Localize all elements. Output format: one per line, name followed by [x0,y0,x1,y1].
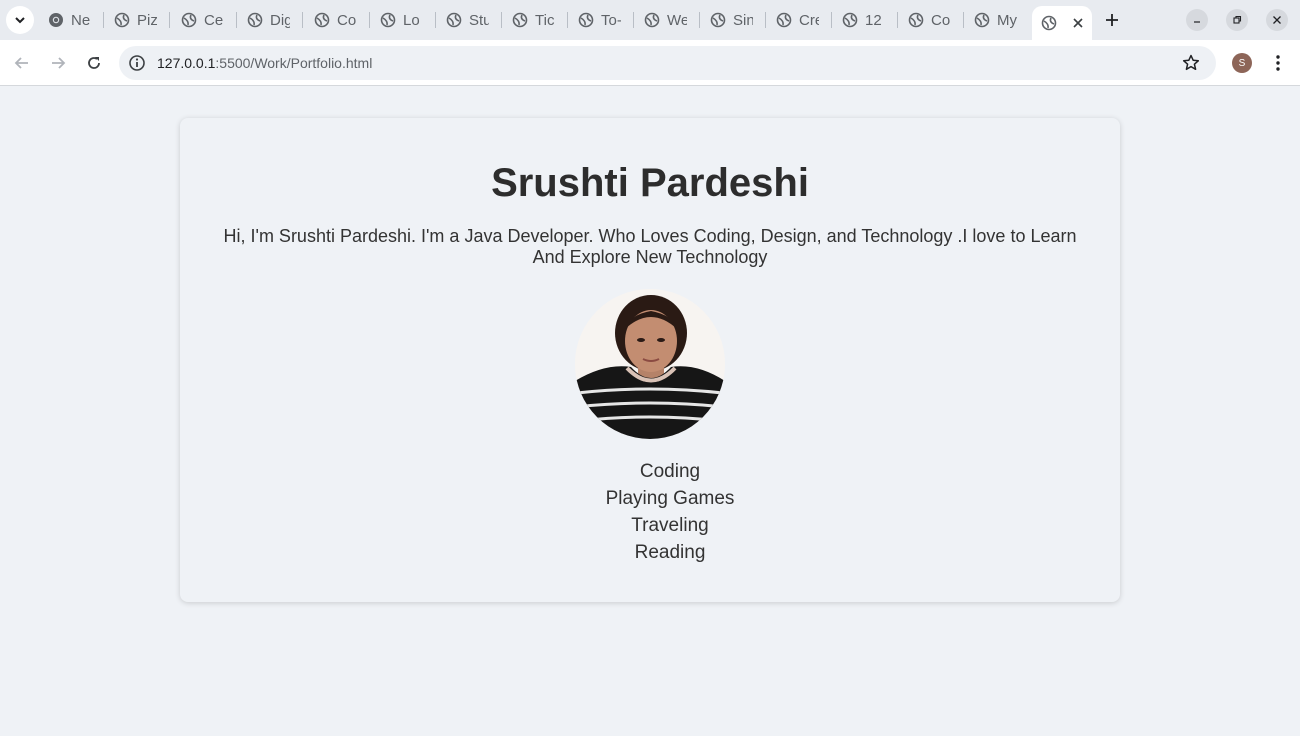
globe-icon [181,12,197,28]
tab[interactable]: Sin [702,8,766,32]
globe-icon [776,12,792,28]
forward-button[interactable] [46,51,70,75]
tab[interactable]: Co [900,8,964,32]
close-tab-button[interactable] [1068,13,1088,33]
globe-icon [446,12,462,28]
globe-icon [710,12,726,28]
url-path: :5500/Work/Portfolio.html [215,55,373,71]
browser-menu-button[interactable] [1268,52,1288,74]
hobbies-list: Coding Playing Games Traveling Reading [180,458,1160,566]
list-item: Coding [639,461,701,482]
tab[interactable]: 12 [834,8,898,32]
globe-icon [1041,15,1057,31]
globe-icon [114,12,130,28]
list-item: Reading [634,542,706,563]
more-vertical-icon [1276,55,1280,71]
tab[interactable]: Stu [438,8,502,32]
profile-photo [575,289,725,439]
tab[interactable]: Dig [239,8,303,32]
profile-photo-image [575,289,725,439]
globe-icon [908,12,924,28]
tab-title: Sin [733,11,753,29]
tab-active[interactable] [1032,6,1092,40]
globe-icon [974,12,990,28]
tab-title: Cre [799,11,819,29]
plus-icon [1106,14,1118,26]
profile-avatar[interactable]: S [1232,53,1252,73]
reload-icon [88,57,100,69]
back-button[interactable] [10,51,34,75]
close-icon [1073,18,1083,28]
tab[interactable]: Ne [40,8,104,32]
list-item: Traveling [631,515,709,536]
tab-title: To- [601,11,621,29]
tab[interactable]: Cer [173,8,237,32]
tab[interactable]: Lo [372,8,436,32]
tab-title: Ne [71,11,91,29]
tab-title: Tic [535,11,555,29]
restore-icon [1233,15,1242,24]
tab-title: Lo [403,11,420,29]
minimize-icon [1194,21,1200,23]
tab-search-button[interactable] [6,6,34,34]
tab[interactable]: To- [570,8,634,32]
globe-icon [842,12,858,28]
globe-icon [644,12,660,28]
globe-icon [578,12,594,28]
close-window-button[interactable] [1266,9,1288,31]
chrome-icon [49,13,63,27]
bio-text: Hi, I'm Srushti Pardeshi. I'm a Java Dev… [223,226,1077,267]
tab[interactable]: We [636,8,700,32]
tab-title: We [667,11,687,29]
arrow-right-icon [52,57,66,69]
close-icon [1273,16,1281,24]
globe-icon [314,12,330,28]
address-bar[interactable]: 127.0.0.1:5500/Work/Portfolio.html [119,46,1216,80]
globe-icon [512,12,528,28]
tab-title: Stu [469,11,489,29]
list-item: Playing Games [605,488,735,509]
tab[interactable]: My [966,8,1030,32]
tab-title: Co [337,11,357,29]
browser-toolbar: 127.0.0.1:5500/Work/Portfolio.html S [0,40,1300,86]
tab-title: Piz [137,11,157,29]
tab[interactable]: Cre [768,8,832,32]
tab-title: My [997,11,1017,29]
page-title: Srushti Pardeshi [491,161,809,205]
portfolio-card: Srushti Pardeshi Hi, I'm Srushti Pardesh… [180,118,1120,602]
tab[interactable]: Tic [504,8,568,32]
tab-strip: Ne Piz Cer Dig Co Lo Stu Tic To- [0,0,1300,40]
tab-title: Co [931,11,951,29]
tab-title: 12 [865,11,882,29]
new-tab-button[interactable] [1101,9,1123,31]
tab[interactable]: Piz [106,8,170,32]
bookmark-star-icon[interactable] [1181,53,1201,73]
globe-icon [247,12,263,28]
tab-title: Dig [270,11,290,29]
url-host: 127.0.0.1 [157,55,216,71]
tab[interactable]: Co [306,8,370,32]
info-icon[interactable] [128,54,146,72]
tab-title: Cer [204,11,224,29]
chevron-down-icon [15,17,25,24]
globe-icon [380,12,396,28]
reload-button[interactable] [82,51,106,75]
url-text[interactable]: 127.0.0.1:5500/Work/Portfolio.html [157,55,372,71]
restore-button[interactable] [1226,9,1248,31]
minimize-button[interactable] [1186,9,1208,31]
arrow-left-icon [14,57,28,69]
